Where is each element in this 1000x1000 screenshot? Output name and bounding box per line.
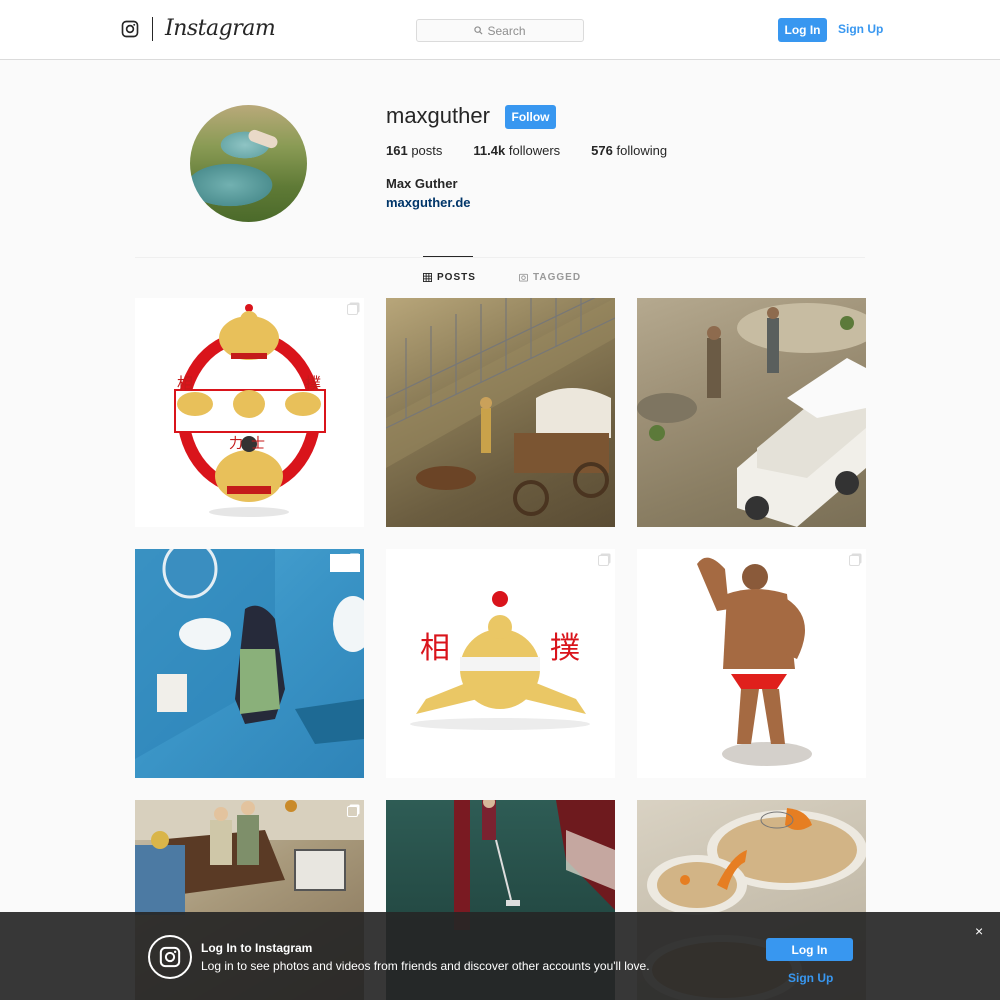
post-image [637, 303, 866, 527]
search-icon [474, 26, 483, 35]
post-image [697, 557, 812, 766]
stat-posts-label: posts [411, 143, 443, 158]
tabs-divider [135, 257, 865, 258]
kanji-left: 相 [420, 631, 450, 666]
instagram-camera-icon [121, 20, 139, 37]
instagram-wordmark: Instagram [165, 16, 276, 41]
active-tab-indicator [423, 256, 473, 257]
close-icon[interactable]: × [975, 924, 983, 938]
post-blue-bathroom[interactable] [135, 549, 364, 778]
banner-signup-link[interactable]: Sign Up [788, 971, 833, 985]
stat-posts-count: 161 [386, 143, 408, 158]
multi-photo-icon [347, 304, 358, 315]
kanji-right: 撲 [305, 374, 322, 393]
post-image [386, 298, 615, 516]
stat-posts: 161 posts [386, 143, 442, 158]
signup-link[interactable]: Sign Up [838, 22, 883, 36]
multi-photo-icon [347, 555, 358, 566]
stat-followers-label: followers [508, 143, 561, 158]
profile-avatar[interactable] [190, 105, 307, 222]
post-sumo-split[interactable]: 相 撲 [386, 549, 615, 778]
stat-followers[interactable]: 11.4k followers [473, 143, 560, 158]
stat-following[interactable]: 576 following [591, 143, 667, 158]
kanji-bottom: 力士 [229, 436, 273, 452]
banner-instagram-logo [148, 935, 192, 979]
banner-title: Log In to Instagram [201, 941, 313, 955]
tab-tagged[interactable]: TAGGED [519, 272, 581, 283]
post-bodybuilder[interactable] [637, 549, 866, 778]
profile-stats: 161 posts 11.4k followers 576 following [386, 143, 698, 158]
banner-text: Log in to see photos and videos from fri… [201, 959, 650, 973]
banner-login-button[interactable]: Log In [766, 938, 853, 961]
multi-photo-icon [347, 806, 358, 817]
instagram-camera-icon [159, 946, 181, 968]
profile-website-link[interactable]: maxguther.de [386, 195, 471, 210]
top-navbar: Instagram Search Log In Sign Up [0, 0, 1000, 60]
kanji-right: 撲 [550, 631, 580, 666]
stat-following-count: 576 [591, 143, 613, 158]
post-image [174, 304, 326, 517]
home-logo-link[interactable]: Instagram [121, 16, 276, 41]
login-button[interactable]: Log In [778, 18, 827, 42]
grid-icon [423, 273, 432, 282]
tagged-photo-icon [519, 273, 528, 282]
tab-posts[interactable]: POSTS [423, 272, 476, 283]
multi-photo-icon [849, 555, 860, 566]
stat-followers-count: 11.4k [473, 143, 506, 158]
search-placeholder: Search [487, 23, 526, 38]
search-input[interactable]: Search [416, 19, 584, 42]
profile-username: maxguther [386, 103, 490, 128]
follow-button[interactable]: Follow [505, 105, 556, 129]
profile-full-name: Max Guther [386, 176, 458, 191]
post-wagon-fence[interactable] [386, 298, 615, 527]
post-image [135, 549, 364, 759]
tab-tagged-label: TAGGED [533, 272, 582, 283]
logo-divider [152, 16, 153, 41]
multi-photo-icon [598, 555, 609, 566]
post-land-rover[interactable] [637, 298, 866, 527]
post-sumo-emblem[interactable]: 相 撲 力士 [135, 298, 364, 527]
tab-posts-label: POSTS [437, 272, 476, 283]
stat-following-label: following [616, 143, 668, 158]
kanji-left: 相 [177, 374, 194, 393]
